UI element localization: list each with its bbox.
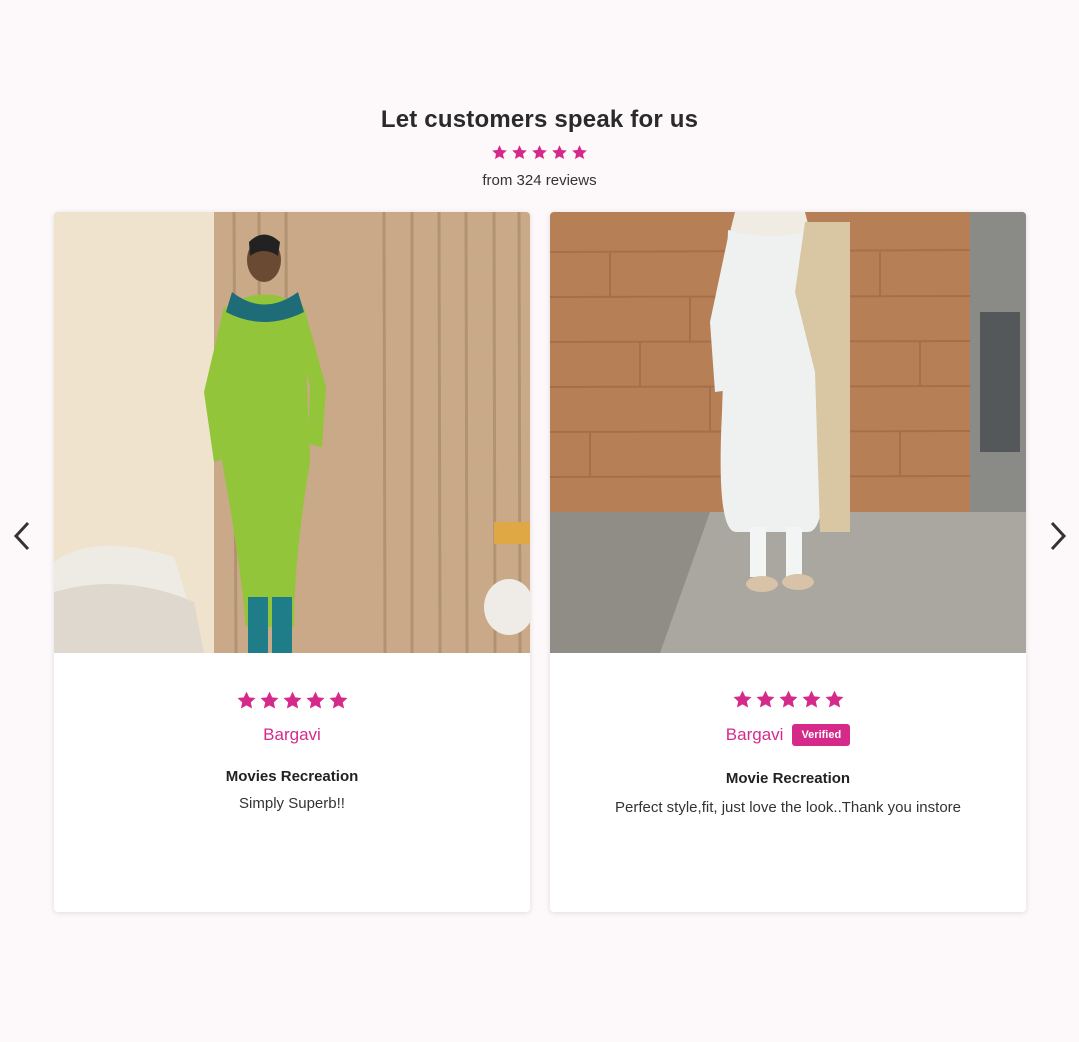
customer-photo[interactable]: [550, 212, 1026, 653]
review-count[interactable]: from 324 reviews: [0, 172, 1079, 189]
verified-badge: Verified: [792, 724, 851, 746]
chevron-right-icon: [1050, 521, 1067, 551]
review-title: Movies Recreation: [225, 768, 359, 785]
star-icon: [305, 690, 326, 711]
star-icon: [824, 689, 845, 710]
star-icon: [259, 690, 280, 711]
star-icon: [778, 689, 799, 710]
star-icon: [236, 690, 257, 711]
review-body: Simply Superb!!: [239, 795, 345, 812]
section-heading: Let customers speak for us: [380, 106, 699, 133]
star-icon: [491, 144, 508, 161]
star-icon: [801, 689, 822, 710]
carousel-next-button[interactable]: [1044, 518, 1072, 554]
review-rating-stars: [54, 690, 530, 711]
review-author: Bargavi: [263, 725, 321, 744]
photo-green-kurta-illustration: [54, 212, 530, 653]
chevron-left-icon: [13, 521, 30, 551]
review-card[interactable]: Bargavi Verified Movie Recreation Perfec…: [550, 212, 1026, 912]
review-title: Movie Recreation: [725, 770, 851, 787]
review-rating-stars: [550, 689, 1026, 710]
star-icon: [551, 144, 568, 161]
star-icon: [531, 144, 548, 161]
photo-white-kurta-illustration: [550, 212, 1026, 653]
star-icon: [755, 689, 776, 710]
carousel-prev-button[interactable]: [8, 518, 36, 554]
review-body: Perfect style,fit, just love the look..T…: [615, 799, 961, 816]
summary-rating-stars: [0, 144, 1079, 161]
star-icon: [328, 690, 349, 711]
reviews-section: Let customers speak for us from 324 revi…: [0, 0, 1079, 1042]
review-card[interactable]: Bargavi Movies Recreation Simply Superb!…: [54, 212, 530, 912]
star-icon: [511, 144, 528, 161]
review-author: Bargavi: [725, 725, 784, 744]
star-icon: [571, 144, 588, 161]
star-icon: [732, 689, 753, 710]
customer-photo[interactable]: [54, 212, 530, 653]
star-icon: [282, 690, 303, 711]
